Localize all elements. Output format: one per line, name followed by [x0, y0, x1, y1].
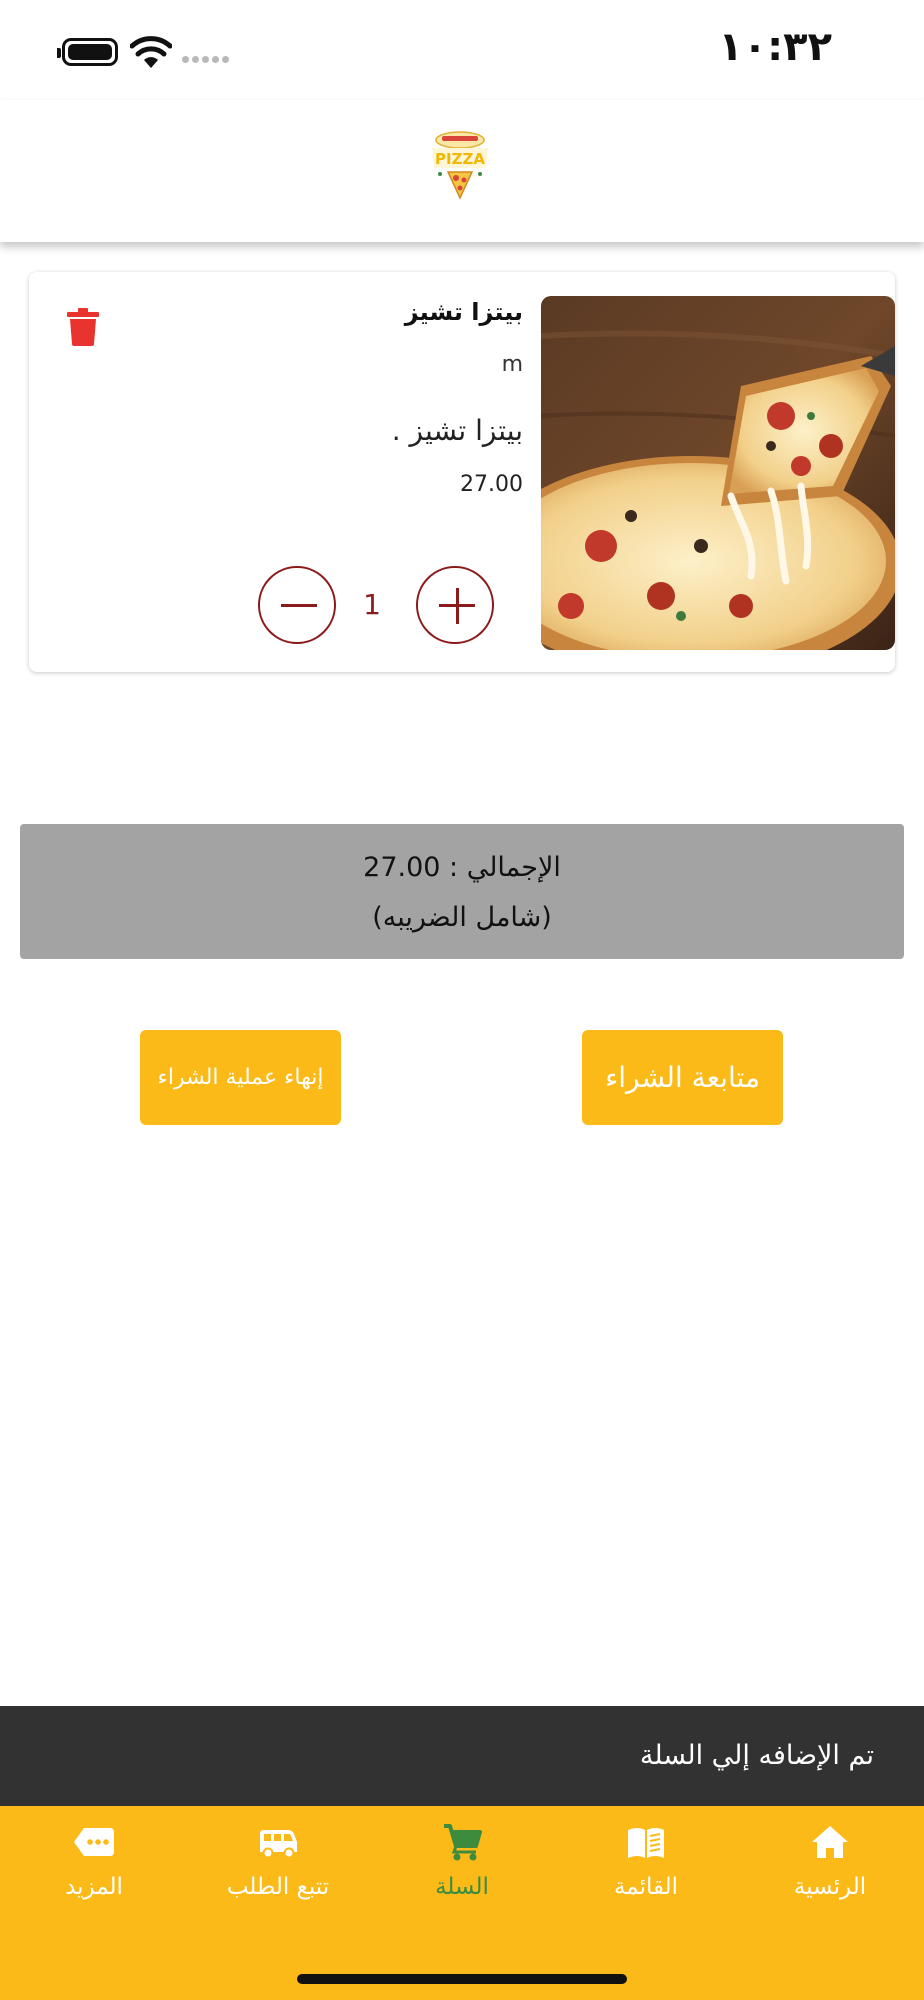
product-image [541, 296, 895, 650]
home-icon [812, 1826, 848, 1858]
product-description: بيتزا تشيز . [391, 414, 523, 447]
total-amount: الإجمالي : 27.00 [363, 852, 561, 883]
nav-item-more[interactable]: المزيد [2, 1806, 186, 1936]
app-header: PIZZA [0, 100, 924, 242]
product-size: m [501, 352, 523, 377]
nav-label-cart: السلة [435, 1874, 489, 1900]
product-price: 27.00 [460, 472, 523, 497]
cellular-signal-icon [182, 56, 229, 63]
pizza-logo[interactable]: PIZZA [430, 128, 490, 202]
nav-item-cart[interactable]: السلة [370, 1806, 554, 1936]
nav-label-menu: القائمة [613, 1874, 679, 1900]
more-tag-icon [74, 1828, 114, 1856]
trash-icon[interactable] [67, 308, 99, 346]
cart-item-card: بيتزا تشيز m بيتزا تشيز . 27.00 1 [29, 272, 895, 672]
nav-label-home: الرئسية [793, 1874, 867, 1900]
nav-item-menu[interactable]: القائمة [554, 1806, 738, 1936]
quantity-value: 1 [363, 588, 381, 621]
decrease-quantity-button[interactable] [258, 566, 336, 644]
cart-icon [444, 1824, 482, 1861]
delivery-van-icon [260, 1830, 297, 1859]
continue-shopping-button[interactable]: متابعة الشراء [582, 1030, 783, 1125]
battery-icon [62, 38, 118, 66]
checkout-button[interactable]: إنهاء عملية الشراء [140, 1030, 341, 1125]
plus-icon-vertical [455, 588, 459, 624]
tax-note: (شامل الضريبه) [372, 902, 552, 933]
menu-book-icon [628, 1828, 664, 1858]
order-total-box: الإجمالي : 27.00 (شامل الضريبه) [20, 824, 904, 959]
product-name: بيتزا تشيز [404, 298, 523, 326]
nav-item-home[interactable]: الرئسية [738, 1806, 922, 1936]
status-bar: ١٠:٣٢ [0, 0, 924, 100]
bottom-navigation: الرئسية القائمة السلة تتبع الطلب المزيد [0, 1806, 924, 2000]
status-time: ١٠:٣٢ [718, 24, 832, 70]
wifi-icon [130, 36, 172, 68]
nav-item-track-order[interactable]: تتبع الطلب [186, 1806, 370, 1936]
home-indicator [297, 1974, 627, 1984]
nav-label-track-order: تتبع الطلب [226, 1874, 330, 1900]
svg-text:PIZZA: PIZZA [435, 150, 485, 168]
minus-icon [281, 604, 317, 607]
increase-quantity-button[interactable] [416, 566, 494, 644]
snackbar-message: تم الإضافه إلي السلة [639, 1740, 874, 1771]
battery-tip [57, 48, 61, 58]
snackbar: تم الإضافه إلي السلة [0, 1706, 924, 1806]
nav-label-more: المزيد [65, 1874, 123, 1900]
